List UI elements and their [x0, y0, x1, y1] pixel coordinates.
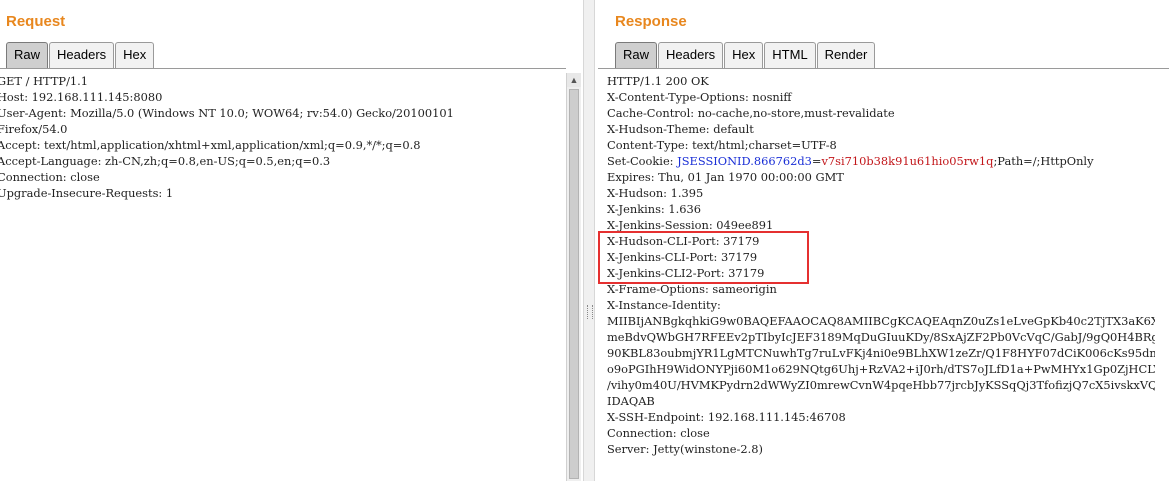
cookie-value: v7si710b38k91u61hio05rw1q — [821, 154, 994, 168]
response-line: Server: Jetty(winstone-2.8) — [607, 442, 763, 456]
set-cookie-line: Set-Cookie: JSESSIONID.866762d3=v7si710b… — [607, 153, 1155, 169]
response-line: o9oPGIhH9WidONYPji60M1o629NQtg6Uhj+RzVA2… — [607, 362, 1155, 376]
response-line: X-Instance-Identity: — [607, 298, 721, 312]
cli-port-highlight-box — [598, 231, 809, 284]
response-tab-hex[interactable]: Hex — [724, 42, 764, 68]
cookie-name: JSESSIONID.866762d3 — [677, 154, 812, 168]
response-line: Expires: Thu, 01 Jan 1970 00:00:00 GMT — [607, 170, 844, 184]
response-tabs: Raw Headers Hex HTML Render — [615, 42, 876, 68]
response-line: meBdvQWbGH7RFEEv2pTIbyIcJEF3189MqDuGIuuK… — [607, 330, 1155, 344]
response-tab-headers[interactable]: Headers — [658, 42, 724, 68]
response-line: MIIBIjANBgkqhkiG9w0BAQEFAAOCAQ8AMIIBCgKC… — [607, 314, 1155, 328]
request-line: Accept: text/html,application/xhtml+xml,… — [0, 138, 421, 152]
response-line: X-Content-Type-Options: nosniff — [607, 90, 792, 104]
request-line: Host: 192.168.111.145:8080 — [0, 90, 163, 104]
request-tab-underline — [0, 68, 566, 69]
response-line: IDAQAB — [607, 394, 655, 408]
response-tab-raw[interactable]: Raw — [615, 42, 658, 68]
request-line: Upgrade-Insecure-Requests: 1 — [0, 186, 174, 200]
response-line: X-Hudson-Theme: default — [607, 122, 754, 136]
request-tab-hex[interactable]: Hex — [115, 42, 155, 68]
request-editor[interactable]: GET / HTTP/1.1 Host: 192.168.111.145:808… — [0, 73, 561, 481]
request-line: Connection: close — [0, 170, 100, 184]
response-line: Connection: close — [607, 426, 710, 440]
request-scrollbar[interactable]: ▲ — [566, 73, 581, 481]
cookie-prefix: Set-Cookie: — [607, 154, 678, 168]
response-tab-html[interactable]: HTML — [764, 42, 816, 68]
request-tabs: Raw Headers Hex — [6, 42, 155, 68]
request-scroll-thumb[interactable] — [569, 89, 579, 479]
response-tab-render[interactable]: Render — [816, 42, 876, 68]
request-tab-headers[interactable]: Headers — [49, 42, 115, 68]
response-line: HTTP/1.1 200 OK — [607, 74, 709, 88]
request-line: Accept-Language: zh-CN,zh;q=0.8,en-US;q=… — [0, 154, 331, 168]
cookie-suffix: ;Path=/;HttpOnly — [993, 154, 1094, 168]
response-line: /vihy0m40U/HVMKPydrn2dWWyZI0mrewCvnW4pqe… — [607, 378, 1155, 392]
response-line: X-Jenkins: 1.636 — [607, 202, 701, 216]
request-line: GET / HTTP/1.1 — [0, 74, 89, 88]
response-line: Cache-Control: no-cache,no-store,must-re… — [607, 106, 895, 120]
scroll-up-icon[interactable]: ▲ — [567, 73, 581, 87]
response-line: X-Hudson: 1.395 — [607, 186, 704, 200]
split-divider[interactable] — [583, 0, 595, 481]
response-line: 90KBL83oubmjYR1LgMTCNuwhTg7ruLvFKj4ni0e9… — [607, 346, 1155, 360]
response-tab-underline — [598, 68, 1169, 69]
request-line: User-Agent: Mozilla/5.0 (Windows NT 10.0… — [0, 106, 454, 120]
request-title: Request — [6, 13, 66, 30]
divider-grip-icon — [587, 305, 593, 319]
response-line: X-SSH-Endpoint: 192.168.111.145:46708 — [607, 410, 846, 424]
response-title: Response — [615, 13, 687, 30]
request-line: Firefox/54.0 — [0, 122, 68, 136]
response-line: Content-Type: text/html;charset=UTF-8 — [607, 138, 837, 152]
request-tab-raw[interactable]: Raw — [6, 42, 49, 68]
